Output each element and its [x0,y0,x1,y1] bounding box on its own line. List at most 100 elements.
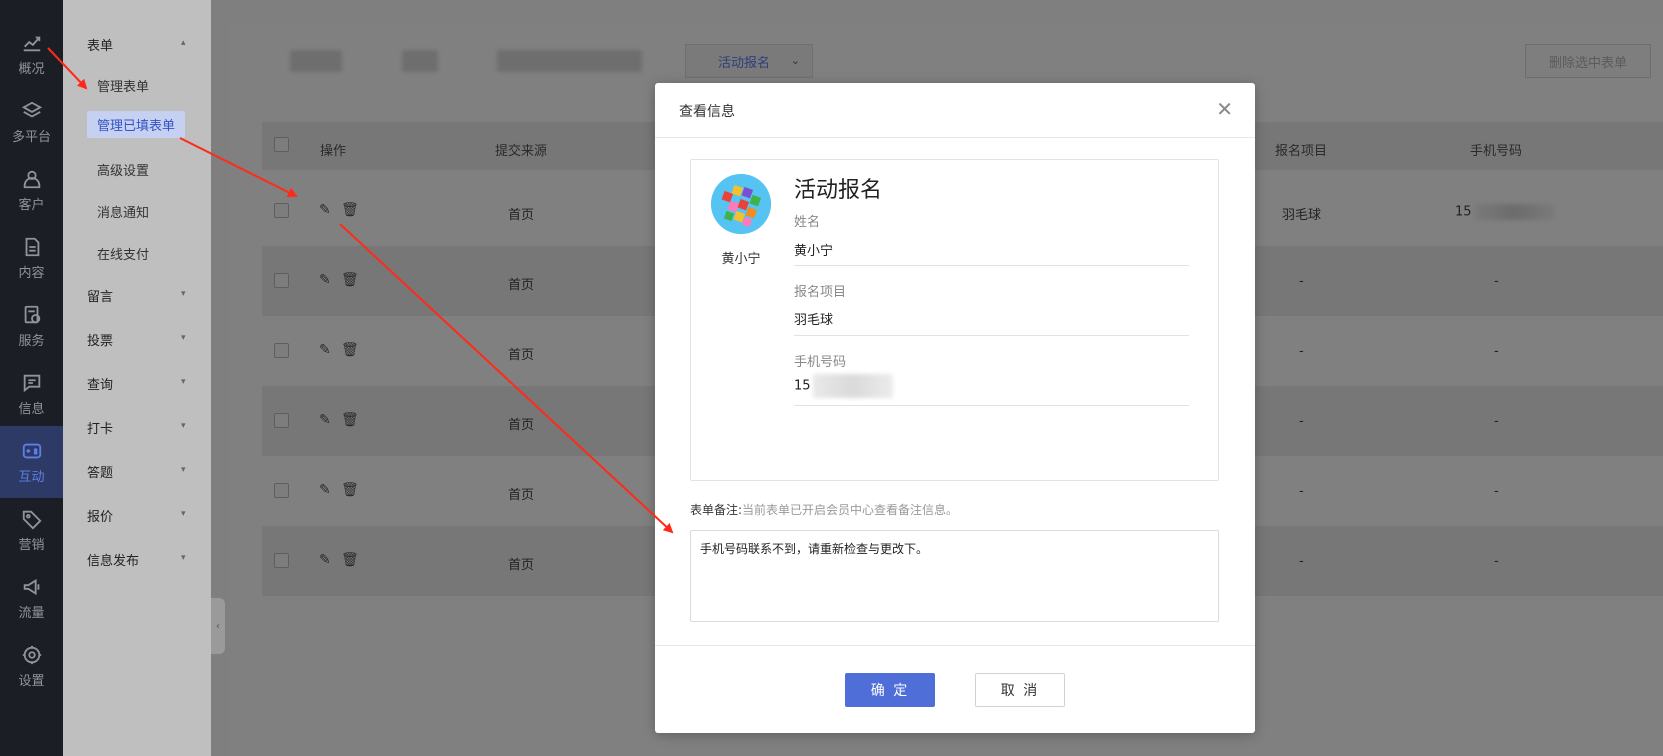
cell-phone: 15 [1455,204,1554,220]
nav-item-content[interactable]: 内容 [0,222,63,294]
cell-phone: - [1494,484,1499,499]
sidebar-group-message[interactable]: 留言 [87,286,113,305]
nav-item-marketing[interactable]: 营销 [0,494,63,566]
blurred-text [402,50,438,72]
blurred-text [497,50,642,72]
delete-selected-button[interactable]: 删除选中表单 [1525,44,1651,78]
form-filter-value: 活动报名 [718,55,771,71]
cell-phone: - [1494,554,1499,569]
edit-icon[interactable]: ✎ [319,342,331,358]
chevron-down-icon: ▾ [181,509,186,519]
nav-item-traffic[interactable]: 流量 [0,562,63,634]
view-info-dialog: 查看信息 ✕ 黄小宁 活动报名 姓名 黄小宁 报名项目 羽毛球 手机号码 15 … [655,83,1255,733]
cell-project: - [1299,484,1304,499]
cell-project: - [1299,274,1304,289]
nav-item-overview[interactable]: 概况 [0,18,63,90]
tag-icon [22,510,42,529]
cell-project: - [1299,554,1304,569]
nav-item-service[interactable]: 服务 [0,290,63,362]
cubes-avatar-image [711,174,771,234]
sidebar-collapse-handle[interactable]: ‹ [211,598,225,654]
blurred-text [290,50,342,72]
megaphone-icon [23,578,39,595]
edit-icon[interactable]: ✎ [319,202,331,218]
note-textarea[interactable]: 手机号码联系不到，请重新检查与更改下。 [690,530,1219,622]
cell-phone: - [1494,414,1499,429]
chevron-down-icon: ▾ [181,421,186,431]
cell-project: 羽毛球 [1282,208,1322,223]
gamepad-icon [22,443,41,458]
main-nav: 概况 多平台 客户 内容 服务 信息 互动 营销 流量 设置 [0,0,63,756]
nav-item-label: 流量 [18,605,45,621]
chevron-up-icon: ▴ [181,38,186,48]
document-icon [25,237,39,256]
field-value-project: 羽毛球 [794,313,834,328]
sub-sidebar: 表单 ▴ 管理表单 管理已填表单 高级设置 消息通知 在线支付 留言 ▾ 投票 … [63,0,211,756]
close-icon[interactable]: ✕ [1216,97,1233,121]
edit-icon[interactable]: ✎ [319,272,331,288]
trash-icon[interactable]: 🗑 [341,482,359,498]
note-hint: 当前表单已开启会员中心查看备注信息。 [742,503,959,517]
note-label-row: 表单备注:当前表单已开启会员中心查看备注信息。 [690,501,958,518]
sidebar-group-quiz[interactable]: 答题 [87,462,113,481]
row-checkbox[interactable] [274,203,289,218]
row-checkbox[interactable] [274,483,289,498]
cell-source: 首页 [508,418,535,433]
divider [794,265,1189,266]
nav-item-settings[interactable]: 设置 [0,630,63,702]
edit-icon[interactable]: ✎ [319,412,331,428]
phone-blur [812,374,893,398]
sidebar-group-query[interactable]: 查询 [87,374,113,393]
form-title: 活动报名 [794,178,883,203]
trash-icon[interactable]: 🗑 [341,202,359,218]
form-filter-select[interactable]: 活动报名 ⌄ [685,44,813,78]
trash-icon[interactable]: 🗑 [341,342,359,358]
gear-icon [22,645,41,664]
sidebar-item-payment[interactable]: 在线支付 [97,244,149,263]
dialog-title: 查看信息 [679,104,735,120]
sidebar-item-advanced[interactable]: 高级设置 [97,160,149,179]
nav-item-message[interactable]: 信息 [0,358,63,430]
nav-item-multiplatform[interactable]: 多平台 [0,86,63,158]
sidebar-group-quote[interactable]: 报价 [87,506,113,525]
nav-item-label: 设置 [18,673,45,689]
row-checkbox[interactable] [274,343,289,358]
row-checkbox[interactable] [274,553,289,568]
sidebar-item-notify[interactable]: 消息通知 [97,202,149,221]
dialog-footer: 确 定 取 消 [655,645,1255,733]
sidebar-group-checkin[interactable]: 打卡 [87,418,113,437]
edit-icon[interactable]: ✎ [319,552,331,568]
trash-icon[interactable]: 🗑 [341,412,359,428]
field-label-phone: 手机号码 [794,355,847,370]
trash-icon[interactable]: 🗑 [341,272,359,288]
dialog-header: 查看信息 ✕ [655,83,1255,138]
chevron-down-icon: ▾ [181,377,186,387]
field-label-project: 报名项目 [794,285,847,300]
sidebar-group-publish[interactable]: 信息发布 [87,550,139,569]
sidebar-item-filled-forms[interactable]: 管理已填表单 [87,111,186,138]
trash-icon[interactable]: 🗑 [341,552,359,568]
nav-item-label: 内容 [18,265,45,281]
sidebar-group-vote[interactable]: 投票 [87,330,113,349]
nav-item-label: 多平台 [11,129,51,145]
layers-icon [21,101,42,118]
cell-source: 首页 [508,278,535,293]
chevron-left-icon: ‹ [216,620,220,632]
sidebar-group-form[interactable]: 表单 [87,35,113,54]
divider [794,335,1189,336]
sidebar-item-manage-forms[interactable]: 管理表单 [97,76,149,95]
select-all-checkbox[interactable] [274,137,289,152]
row-checkbox[interactable] [274,273,289,288]
confirm-button[interactable]: 确 定 [845,673,935,707]
cell-source: 首页 [508,488,535,503]
nav-item-label: 客户 [18,197,45,213]
row-checkbox[interactable] [274,413,289,428]
nav-item-customer[interactable]: 客户 [0,154,63,226]
cancel-button[interactable]: 取 消 [975,673,1065,707]
edit-icon[interactable]: ✎ [319,482,331,498]
field-value-phone: 15 [794,374,893,398]
nav-item-interaction[interactable]: 互动 [0,426,63,498]
cell-source: 首页 [508,558,535,573]
submitter-name: 黄小宁 [721,252,761,267]
cell-source: 首页 [508,208,535,223]
